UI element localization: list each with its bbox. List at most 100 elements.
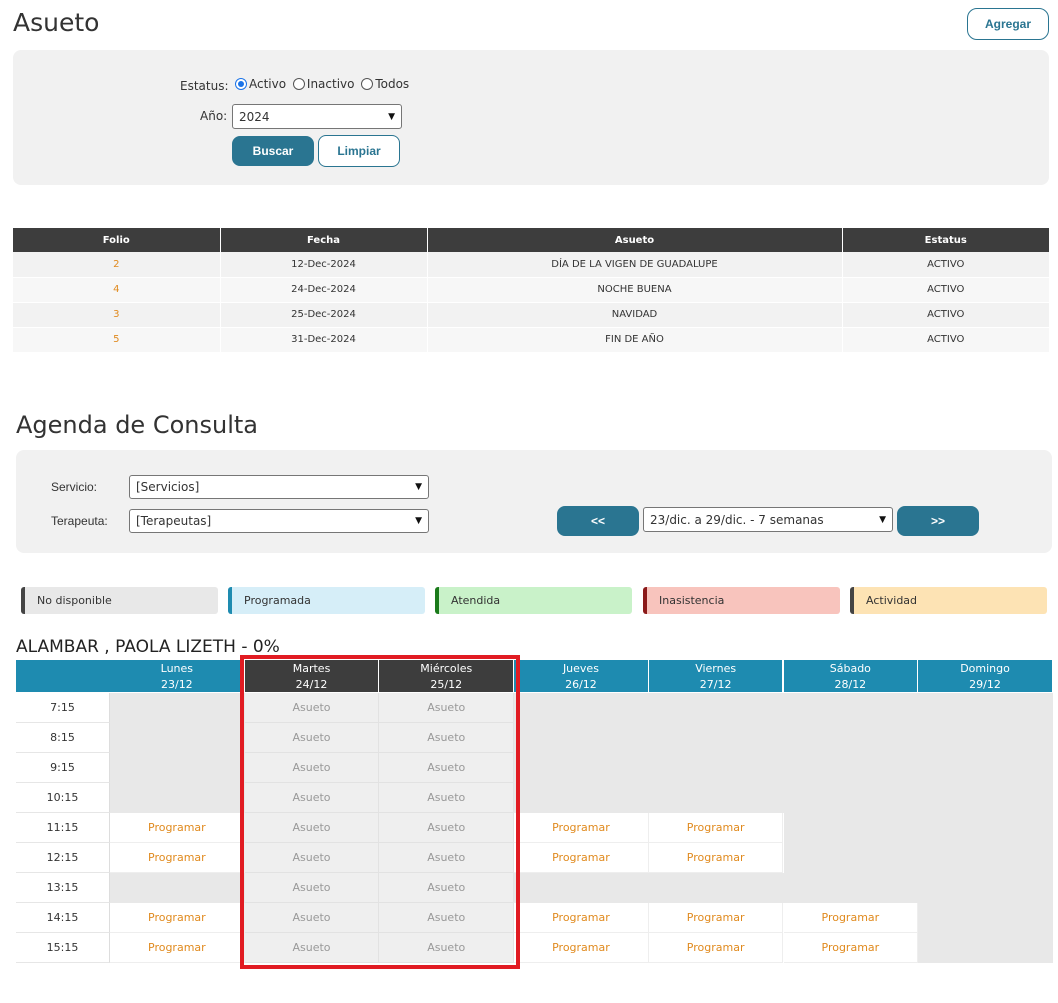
time-slot-label: 13:15	[16, 873, 110, 903]
unavailable-slot	[918, 813, 1054, 843]
table-row: 4 24-Dec-2024 NOCHE BUENA ACTIVO	[13, 277, 1049, 303]
schedule-slot-link[interactable]: Programar	[110, 843, 245, 873]
holiday-name-cell: DÍA DE LA VIGEN DE GUADALUPE	[427, 252, 843, 278]
holiday-slot: Asueto	[244, 903, 380, 933]
schedule-slot-link[interactable]: Programar	[110, 933, 245, 963]
day-name: Martes	[292, 662, 331, 675]
folio-link[interactable]: 4	[13, 277, 221, 303]
unavailable-slot	[110, 873, 246, 903]
unavailable-slot	[110, 693, 246, 723]
column-header-asueto[interactable]: Asueto	[427, 228, 843, 252]
unavailable-slot	[918, 843, 1054, 873]
holiday-slot: Asueto	[379, 753, 515, 783]
week-range-select[interactable]: 23/dic. a 29/dic. - 7 semanas ▼	[643, 507, 893, 532]
day-header: Viernes 27/12	[648, 660, 783, 692]
folio-link[interactable]: 5	[13, 327, 221, 353]
unavailable-slot	[783, 873, 919, 903]
holiday-name-cell: NOCHE BUENA	[427, 277, 843, 303]
status-option-todos[interactable]: Todos	[361, 77, 409, 91]
unavailable-slot	[110, 783, 246, 813]
time-slot-label: 7:15	[16, 693, 110, 723]
next-week-button[interactable]: >>	[897, 506, 979, 536]
unavailable-slot	[648, 723, 784, 753]
unavailable-slot	[783, 783, 919, 813]
column-header-folio[interactable]: Folio	[13, 228, 221, 252]
unavailable-slot	[918, 783, 1054, 813]
status-option-activo[interactable]: Activo	[235, 77, 286, 91]
status-cell: ACTIVO	[842, 277, 1049, 303]
date-cell: 25-Dec-2024	[220, 302, 428, 328]
holiday-slot: Asueto	[379, 873, 515, 903]
year-select[interactable]: 2024 ▼	[232, 104, 402, 129]
schedule-slot-link[interactable]: Programar	[648, 903, 784, 933]
table-header-row: Folio Fecha Asueto Estatus	[13, 228, 1049, 252]
day-name: Jueves	[562, 662, 599, 675]
schedule-slot-link[interactable]: Programar	[514, 933, 649, 963]
radio-checked-icon[interactable]	[235, 78, 247, 90]
column-header-fecha[interactable]: Fecha	[220, 228, 428, 252]
day-name: Lunes	[160, 662, 194, 675]
schedule-slot-link[interactable]: Programar	[648, 843, 784, 873]
unavailable-slot	[514, 873, 650, 903]
date-cell: 12-Dec-2024	[220, 252, 428, 278]
radio-icon[interactable]	[292, 78, 305, 90]
schedule-slot-link[interactable]: Programar	[110, 813, 245, 843]
legend-item-programada: Programada	[228, 587, 425, 614]
day-date: 25/12	[430, 678, 463, 691]
holiday-slot: Asueto	[379, 933, 515, 963]
day-date: 27/12	[699, 678, 732, 691]
day-header: Miércoles 25/12	[379, 660, 514, 692]
unavailable-slot	[918, 753, 1054, 783]
time-slot-label: 15:15	[16, 933, 110, 963]
legend-item-no-disponible: No disponible	[21, 587, 218, 614]
status-cell: ACTIVO	[842, 327, 1049, 353]
holiday-slot: Asueto	[379, 693, 515, 723]
day-name: Miércoles	[420, 662, 473, 675]
column-header-estatus[interactable]: Estatus	[842, 228, 1049, 252]
unavailable-slot	[648, 873, 784, 903]
schedule-slot-link[interactable]: Programar	[110, 903, 245, 933]
unavailable-slot	[783, 723, 919, 753]
status-label: Estatus:	[180, 79, 229, 93]
therapist-name: ALAMBAR , PAOLA LIZETH - 0%	[16, 637, 280, 657]
chevron-down-icon: ▼	[388, 111, 395, 122]
unavailable-slot	[514, 783, 650, 813]
service-select[interactable]: [Servicios] ▼	[129, 475, 429, 499]
schedule-slot-link[interactable]: Programar	[648, 813, 784, 843]
schedule-slot-link[interactable]: Programar	[514, 843, 649, 873]
schedule-slot-link[interactable]: Programar	[783, 933, 919, 963]
day-date: 23/12	[160, 678, 193, 691]
table-row: 3 25-Dec-2024 NAVIDAD ACTIVO	[13, 302, 1049, 328]
schedule-slot-link[interactable]: Programar	[514, 813, 649, 843]
unavailable-slot	[918, 693, 1054, 723]
prev-week-button[interactable]: <<	[557, 506, 639, 536]
folio-link[interactable]: 2	[13, 252, 221, 278]
service-label: Servicio:	[51, 480, 98, 494]
day-name: Domingo	[960, 662, 1010, 675]
schedule-slot-link[interactable]: Programar	[648, 933, 784, 963]
add-button[interactable]: Agregar	[967, 8, 1049, 40]
folio-link[interactable]: 3	[13, 302, 221, 328]
unavailable-slot	[783, 843, 919, 873]
schedule-slot-link[interactable]: Programar	[783, 903, 919, 933]
date-cell: 31-Dec-2024	[220, 327, 428, 353]
day-date: 26/12	[565, 678, 597, 691]
chevron-down-icon: ▼	[879, 514, 886, 525]
status-option-inactivo[interactable]: Inactivo	[292, 77, 354, 91]
clear-button[interactable]: Limpiar	[318, 135, 400, 167]
search-button[interactable]: Buscar	[232, 136, 314, 166]
unavailable-slot	[110, 723, 246, 753]
day-header: Lunes 23/12	[110, 660, 244, 692]
unavailable-slot	[648, 693, 784, 723]
time-slot-label: 11:15	[16, 813, 110, 843]
day-header: Domingo 29/12	[918, 660, 1052, 692]
schedule-slot-link[interactable]: Programar	[514, 903, 649, 933]
day-date: 24/12	[295, 678, 328, 691]
holiday-slot: Asueto	[244, 723, 380, 753]
therapist-select[interactable]: [Terapeutas] ▼	[129, 509, 429, 533]
day-header: Sábado 28/12	[783, 660, 918, 692]
legend-item-inasistencia: Inasistencia	[643, 587, 840, 614]
radio-icon[interactable]	[361, 78, 374, 90]
unavailable-slot	[783, 753, 919, 783]
unavailable-slot	[110, 753, 246, 783]
